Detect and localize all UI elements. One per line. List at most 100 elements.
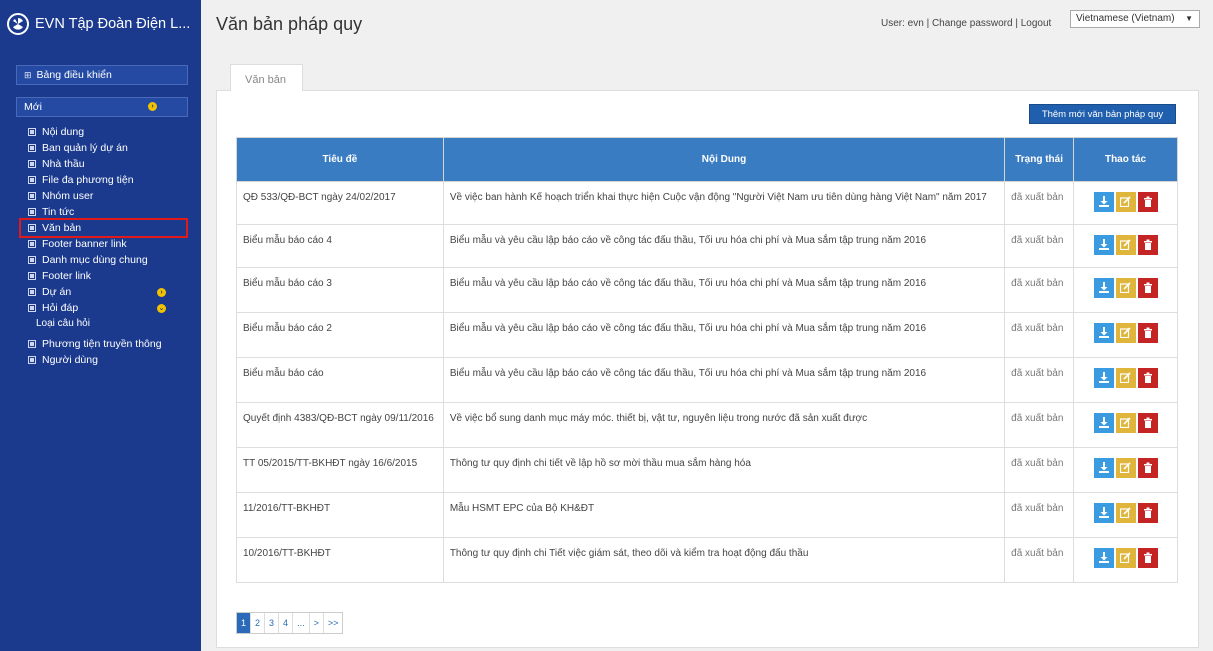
row-title: Biểu mẫu báo cáo 2 bbox=[236, 312, 444, 358]
brand[interactable]: EVN Tập Đoàn Điện L... bbox=[0, 0, 201, 48]
sidebar-item[interactable]: File đa phương tiện bbox=[27, 172, 199, 188]
page-link[interactable]: 3 bbox=[265, 613, 280, 633]
edit-icon[interactable] bbox=[1115, 278, 1136, 298]
row-content: Biểu mẫu và yêu cầu lập báo cáo về công … bbox=[442, 224, 1006, 268]
sidebar-item-label: Dự án bbox=[42, 286, 72, 298]
download-icon[interactable] bbox=[1093, 278, 1114, 298]
page-link[interactable]: 1 bbox=[237, 613, 252, 633]
sidebar-item-label: Nhà thầu bbox=[42, 158, 85, 170]
table-row: Biểu mẫu báo cáo 4 Biểu mẫu và yêu cầu lậ… bbox=[236, 224, 1178, 268]
sidebar-item[interactable]: Ban quản lý dự án bbox=[27, 140, 199, 156]
table-header-row: Tiêu đề Nội Dung Trạng thái Thao tác bbox=[236, 137, 1178, 182]
download-icon[interactable] bbox=[1093, 323, 1114, 343]
row-status: đã xuất bản bbox=[1004, 447, 1075, 493]
edit-icon[interactable] bbox=[1115, 548, 1136, 568]
trash-icon[interactable] bbox=[1137, 368, 1158, 388]
sidebar-item[interactable]: Loại câu hỏi bbox=[27, 316, 199, 332]
trash-icon[interactable] bbox=[1137, 458, 1158, 478]
row-content: Thông tư quy định chi tiết về lập hồ sơ … bbox=[442, 447, 1006, 493]
download-icon[interactable] bbox=[1093, 503, 1114, 523]
column-header-status[interactable]: Trạng thái bbox=[1004, 137, 1075, 182]
add-document-button[interactable]: Thêm mới văn bản pháp quy bbox=[1029, 104, 1176, 124]
trash-icon[interactable] bbox=[1137, 278, 1158, 298]
row-status: đã xuất bản bbox=[1004, 357, 1075, 403]
page-link[interactable]: >> bbox=[323, 613, 343, 633]
sidebar-item[interactable]: Danh mục dùng chung bbox=[27, 252, 199, 268]
sidebar-item[interactable]: Footer link bbox=[27, 268, 199, 284]
row-actions bbox=[1073, 537, 1178, 583]
sidebar-item-label: File đa phương tiện bbox=[42, 174, 134, 186]
page-link[interactable]: > bbox=[309, 613, 324, 633]
page-link[interactable]: ... bbox=[293, 613, 310, 633]
sidebar-item-dashboard[interactable]: ⊞ Bảng điều khiển bbox=[16, 65, 188, 85]
image-icon bbox=[28, 340, 36, 348]
caret-down-icon: ▼ bbox=[1185, 14, 1193, 23]
square-icon bbox=[28, 304, 36, 312]
row-status: đã xuất bản bbox=[1004, 181, 1075, 225]
row-content: Thông tư quy định chi Tiết việc giám sát… bbox=[442, 537, 1006, 583]
row-status: đã xuất bản bbox=[1004, 224, 1075, 268]
user-prefix: User: bbox=[881, 18, 908, 29]
square-icon bbox=[28, 272, 36, 280]
square-icon bbox=[28, 288, 36, 296]
language-value: Vietnamese (Vietnam) bbox=[1076, 13, 1175, 24]
trash-icon[interactable] bbox=[1137, 503, 1158, 523]
edit-icon[interactable] bbox=[1115, 368, 1136, 388]
edit-icon[interactable] bbox=[1115, 413, 1136, 433]
page-link[interactable]: 2 bbox=[251, 613, 266, 633]
edit-icon[interactable] bbox=[1115, 458, 1136, 478]
trash-icon[interactable] bbox=[1137, 192, 1158, 212]
sidebar-item[interactable]: Người dùng bbox=[27, 352, 199, 368]
sidebar-item[interactable]: Nội dung bbox=[27, 124, 199, 140]
sidebar-item[interactable]: Phương tiện truyền thông bbox=[27, 336, 199, 352]
trash-icon[interactable] bbox=[1137, 323, 1158, 343]
sidebar-item[interactable]: Nhà thầu bbox=[27, 156, 199, 172]
row-actions bbox=[1073, 402, 1178, 448]
trash-icon[interactable] bbox=[1137, 413, 1158, 433]
page-title: Văn bản pháp quy bbox=[216, 14, 363, 34]
edit-icon[interactable] bbox=[1115, 192, 1136, 212]
separator: | bbox=[923, 18, 932, 29]
sidebar-item-label: Ban quản lý dự án bbox=[42, 142, 128, 154]
sidebar-item[interactable]: Footer banner link bbox=[27, 236, 199, 252]
row-title: Biểu mẫu báo cáo bbox=[236, 357, 444, 403]
sidebar-item-label: Footer banner link bbox=[42, 238, 127, 250]
edit-icon[interactable] bbox=[1115, 323, 1136, 343]
download-icon[interactable] bbox=[1093, 368, 1114, 388]
sidebar-item[interactable]: Dự án › bbox=[27, 284, 199, 300]
sidebar-item[interactable]: Tin tức bbox=[27, 204, 199, 220]
column-header-content[interactable]: Nội Dung bbox=[442, 137, 1006, 182]
change-password-link[interactable]: Change password bbox=[932, 18, 1013, 29]
sidebar-item[interactable]: Văn bản bbox=[19, 218, 188, 238]
sidebar-item-new[interactable]: Mới › bbox=[16, 97, 188, 117]
sidebar-item-label: Loại câu hỏi bbox=[36, 318, 90, 329]
sidebar-item[interactable]: Nhóm user bbox=[27, 188, 199, 204]
row-actions bbox=[1073, 224, 1178, 268]
column-header-title[interactable]: Tiêu đề bbox=[236, 137, 444, 182]
tab-van-ban[interactable]: Văn bản bbox=[230, 64, 303, 91]
row-status: đã xuất bản bbox=[1004, 492, 1075, 538]
separator: | bbox=[1012, 18, 1021, 29]
square-icon bbox=[28, 240, 36, 248]
trash-icon[interactable] bbox=[1137, 235, 1158, 255]
language-select[interactable]: Vietnamese (Vietnam) ▼ bbox=[1070, 10, 1200, 28]
page-link[interactable]: 4 bbox=[279, 613, 294, 633]
download-icon[interactable] bbox=[1093, 548, 1114, 568]
row-status: đã xuất bản bbox=[1004, 312, 1075, 358]
download-icon[interactable] bbox=[1093, 413, 1114, 433]
logout-link[interactable]: Logout bbox=[1021, 18, 1052, 29]
row-title: QĐ 533/QĐ-BCT ngày 24/02/2017 bbox=[236, 181, 444, 225]
user-name: evn bbox=[907, 18, 924, 29]
download-icon[interactable] bbox=[1093, 235, 1114, 255]
download-icon[interactable] bbox=[1093, 192, 1114, 212]
edit-icon[interactable] bbox=[1115, 235, 1136, 255]
sidebar: EVN Tập Đoàn Điện L... ⊞ Bảng điều khiển… bbox=[0, 0, 201, 651]
sidebar-item[interactable]: Hỏi đáp ⌄ bbox=[27, 300, 199, 316]
trash-icon[interactable] bbox=[1137, 548, 1158, 568]
row-status: đã xuất bản bbox=[1004, 537, 1075, 583]
edit-icon[interactable] bbox=[1115, 503, 1136, 523]
download-icon[interactable] bbox=[1093, 458, 1114, 478]
row-content: Về việc bổ sung danh mục máy móc. thiết … bbox=[442, 402, 1006, 448]
square-icon bbox=[28, 176, 36, 184]
row-actions bbox=[1073, 447, 1178, 493]
